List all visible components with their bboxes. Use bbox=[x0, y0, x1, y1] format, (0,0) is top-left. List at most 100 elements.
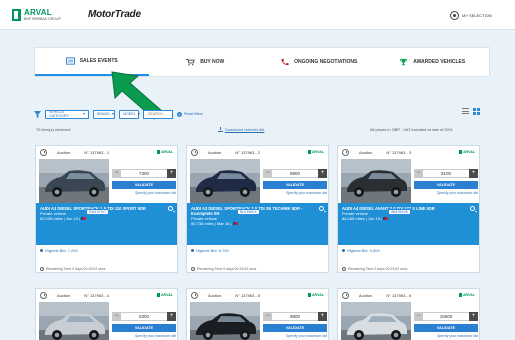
increase-bid-button[interactable]: + bbox=[167, 169, 176, 178]
bid-stepper[interactable]: − 5300 + bbox=[112, 312, 176, 321]
vehicle-photo[interactable] bbox=[341, 159, 411, 204]
vehicle-card[interactable]: Auction N° 137963 - 5 ARVAL − 9800 + VAL… bbox=[186, 288, 329, 340]
list-view-icon[interactable] bbox=[462, 108, 469, 114]
tab-awarded-vehicles[interactable]: AWARDED VEHICLES bbox=[376, 48, 490, 76]
registration-badge: KW13YXC bbox=[86, 209, 109, 215]
vehicle-photo[interactable] bbox=[39, 159, 109, 204]
lot-number: N° 137963 - 6 bbox=[386, 292, 412, 298]
vehicle-photo[interactable] bbox=[39, 302, 109, 340]
bid-amount-input[interactable]: 5300 bbox=[121, 312, 167, 321]
bid-amount-input[interactable]: 7300 bbox=[121, 169, 167, 178]
remaining-time-text: Remaining Time 0 days 00:19:02 secs bbox=[197, 267, 257, 271]
decrease-bid-button[interactable]: − bbox=[414, 169, 423, 178]
validate-button[interactable]: VALIDATE bbox=[414, 181, 478, 189]
validate-button[interactable]: VALIDATE bbox=[263, 181, 327, 189]
highest-bid-text: Highest Bid: 7,200 bbox=[45, 248, 78, 253]
download-icon bbox=[218, 127, 223, 132]
increase-bid-button[interactable]: + bbox=[167, 312, 176, 321]
decrease-bid-button[interactable]: − bbox=[112, 169, 121, 178]
vehicle-mileage: 83,035 miles | Jun 15 | bbox=[40, 216, 173, 221]
top-header: ARVAL BNP PARIBAS GROUP MotorTrade MY SE… bbox=[0, 0, 515, 30]
specify-max-bid-link[interactable]: Specify your maximum bid bbox=[414, 334, 478, 338]
zoom-search-icon[interactable] bbox=[470, 206, 475, 211]
lot-number: N° 137963 - 4 bbox=[84, 292, 110, 298]
bid-stepper[interactable]: − 8800 + bbox=[263, 169, 327, 178]
validate-button[interactable]: VALIDATE bbox=[112, 181, 176, 189]
vehicle-photo[interactable] bbox=[190, 302, 260, 340]
search-box[interactable] bbox=[143, 109, 173, 119]
arval-logo-mark-icon bbox=[307, 293, 311, 297]
validate-button[interactable]: VALIDATE bbox=[112, 324, 176, 332]
timer-icon bbox=[191, 267, 195, 271]
highest-bid-text: Highest Bid: 9,000 bbox=[347, 248, 380, 253]
specify-max-bid-link[interactable]: Specify your maximum bid bbox=[112, 334, 176, 338]
remaining-time: Remaining Time 0 days 00:19:02 secs bbox=[40, 267, 105, 271]
vehicle-card[interactable]: Auction N° 137963 - 2 ARVAL − 8800 + VAL… bbox=[186, 145, 329, 273]
timer-icon bbox=[40, 267, 44, 271]
remaining-time: Remaining Time 0 days 00:19:02 secs bbox=[191, 267, 256, 271]
vehicle-photo[interactable] bbox=[190, 159, 260, 204]
specify-max-bid-link[interactable]: Specify your maximum bid bbox=[112, 191, 176, 195]
grid-view-icon[interactable] bbox=[473, 108, 480, 115]
decrease-bid-button[interactable]: − bbox=[263, 169, 272, 178]
vehicle-card[interactable]: Auction N° 137963 - 1 ARVAL − 7300 + VAL… bbox=[35, 145, 178, 273]
zoom-search-icon[interactable] bbox=[319, 206, 324, 211]
increase-bid-button[interactable]: + bbox=[318, 169, 327, 178]
mini-logo-text: ARVAL bbox=[160, 293, 173, 297]
bid-amount-input[interactable]: 15600 bbox=[423, 312, 469, 321]
bid-amount-input[interactable]: 8800 bbox=[272, 169, 318, 178]
dropdown-label: MODEL bbox=[123, 112, 136, 116]
increase-bid-button[interactable]: + bbox=[469, 312, 478, 321]
vehicle-card[interactable]: Auction N° 137963 - 6 ARVAL − 15600 + VA… bbox=[337, 288, 480, 340]
model-dropdown[interactable]: MODEL bbox=[119, 109, 140, 119]
car-image bbox=[341, 302, 411, 340]
lot-number: N° 137963 - 1 bbox=[84, 149, 110, 155]
bid-stepper[interactable]: − 7300 + bbox=[112, 169, 176, 178]
vehicle-card[interactable]: Auction N° 137963 - 3 ARVAL − 9100 + VAL… bbox=[337, 145, 480, 273]
bid-stepper[interactable]: − 15600 + bbox=[414, 312, 478, 321]
zoom-search-icon[interactable] bbox=[168, 206, 173, 211]
bid-amount-input[interactable]: 9800 bbox=[272, 312, 318, 321]
bid-amount-input[interactable]: 9100 bbox=[423, 169, 469, 178]
reset-filters-link[interactable]: × Reset filters bbox=[177, 111, 203, 117]
vehicle-category-dropdown[interactable]: VEHICLE CATEGORY bbox=[45, 109, 89, 119]
clock-icon bbox=[40, 148, 47, 156]
specify-max-bid-link[interactable]: Specify your maximum bid bbox=[414, 191, 478, 195]
brand-dropdown[interactable]: BRAND bbox=[93, 109, 115, 119]
arval-logo-mark-icon bbox=[458, 150, 462, 154]
clock-icon bbox=[191, 291, 198, 299]
dropdown-label: VEHICLE CATEGORY bbox=[49, 110, 69, 118]
mini-logo-text: ARVAL bbox=[462, 150, 475, 154]
download-vehicles-link[interactable]: Download vehicles list bbox=[218, 127, 264, 132]
specify-max-bid-link[interactable]: Specify your maximum bid bbox=[263, 334, 327, 338]
bid-stepper[interactable]: − 9100 + bbox=[414, 169, 478, 178]
validate-button[interactable]: VALIDATE bbox=[263, 324, 327, 332]
arval-logo-mark-icon bbox=[458, 293, 462, 297]
bid-stepper[interactable]: − 9800 + bbox=[263, 312, 327, 321]
chevron-down-icon bbox=[83, 113, 85, 115]
motortrade-logo[interactable]: MotorTrade bbox=[88, 9, 141, 20]
bullet-icon bbox=[40, 249, 43, 252]
decrease-bid-button[interactable]: − bbox=[263, 312, 272, 321]
arval-logo[interactable]: ARVAL BNP PARIBAS GROUP bbox=[12, 8, 76, 24]
card-header: Auction N° 137963 - 6 ARVAL bbox=[338, 289, 479, 301]
tab-ongoing-negotiations[interactable]: ONGOING NEGOTIATIONS bbox=[262, 48, 376, 76]
remaining-time-text: Remaining Time 0 days 00:19:02 secs bbox=[46, 267, 106, 271]
auction-type: Auction bbox=[359, 149, 373, 155]
uk-flag-icon bbox=[232, 222, 238, 226]
my-selection-link[interactable]: MY SELECTION bbox=[462, 13, 492, 18]
increase-bid-button[interactable]: + bbox=[469, 169, 478, 178]
decrease-bid-button[interactable]: − bbox=[414, 312, 423, 321]
chevron-down-icon bbox=[137, 113, 140, 115]
specify-max-bid-link[interactable]: Specify your maximum bid bbox=[263, 191, 327, 195]
vehicle-photo[interactable] bbox=[341, 302, 411, 340]
filter-funnel-icon[interactable] bbox=[34, 110, 41, 118]
validate-button[interactable]: VALIDATE bbox=[414, 324, 478, 332]
cart-icon bbox=[186, 58, 195, 66]
vehicle-card[interactable]: Auction N° 137963 - 4 ARVAL − 5300 + VAL… bbox=[35, 288, 178, 340]
decrease-bid-button[interactable]: − bbox=[112, 312, 121, 321]
increase-bid-button[interactable]: + bbox=[318, 312, 327, 321]
logo-name: ARVAL bbox=[24, 8, 52, 17]
user-icon[interactable] bbox=[450, 11, 459, 20]
search-input[interactable] bbox=[148, 112, 170, 116]
